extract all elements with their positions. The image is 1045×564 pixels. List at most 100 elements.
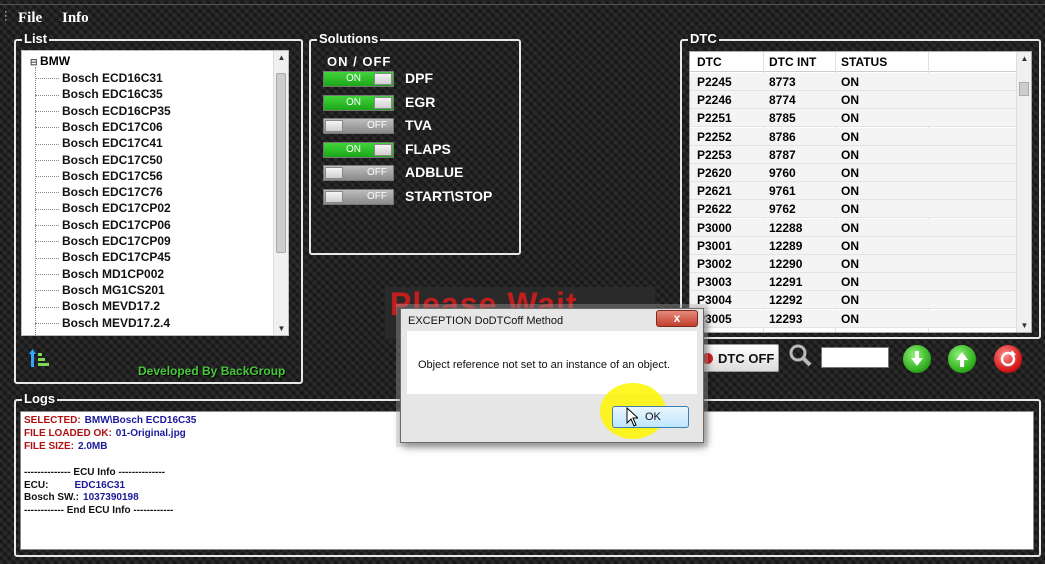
move-up-button[interactable] [948,345,976,373]
toggle-dpf[interactable]: ON [323,71,394,87]
dtc-status-cell: ON [841,75,859,89]
tree-item[interactable]: Bosch EDC17C50 [35,153,163,169]
dtc-table-row[interactable]: P3002 12290 ON [690,255,1018,273]
tree-branch-line [35,225,59,227]
dtc-table[interactable]: DTC DTC INT STATUS P2245 8773 ON P2246 8774 O… [689,51,1032,333]
toggle-state-label: OFF [367,190,387,202]
tree-item[interactable]: Bosch EDC17CP45 [35,250,171,266]
move-down-button[interactable] [903,345,931,373]
dtc-table-row[interactable]: P3004 12292 ON [690,291,1018,310]
status-column-header[interactable]: STATUS [841,55,887,69]
sort-icon[interactable] [29,349,51,369]
dtc-code-cell: P3004 [697,293,732,308]
tree-item[interactable]: Bosch MEVD17.2.4 [35,316,170,332]
dtc-status-cell: ON [841,238,859,253]
log-key: ECU: [24,479,49,491]
dtc-scroll-thumb[interactable] [1019,82,1029,96]
scroll-down-icon[interactable]: ▼ [274,324,288,333]
dialog-ok-button[interactable]: OK [612,406,689,428]
log-value: 01-Original.jpg [115,427,186,439]
tree-item-label: Bosch MG1CS201 [62,282,165,297]
dtc-off-button[interactable]: DTC OFF [697,344,779,372]
list-group-title: List [22,31,50,46]
log-line: -------------- ECU Info -------------- [24,467,169,478]
toggle-start-stop[interactable]: OFF [323,188,394,205]
solutions-group-title: Solutions [317,31,381,46]
tree-collapse-icon[interactable]: ⊟ [30,57,40,67]
tree-item[interactable]: Bosch EDC16C35 [35,87,163,103]
dtc-column-header[interactable]: DTC [697,55,722,69]
dtc-code-cell: P2245 [697,75,732,89]
tree-item[interactable]: Bosch ECD16C31 [35,71,163,87]
menu-info[interactable]: Info [62,10,89,27]
dtc-group-title: DTC [688,31,719,46]
dtc-table-row[interactable]: P2245 8773 ON [690,73,1018,91]
dtc-scrollbar[interactable]: ▲ ▼ [1016,52,1031,332]
toggle-state-label: ON [346,73,361,84]
dtc-int-column-header[interactable]: DTC INT [769,55,816,69]
dtc-status-cell: ON [841,293,859,308]
dtc-search-input[interactable] [821,347,889,368]
log-line: ------------ End ECU Info ------------ [24,505,177,516]
dtc-code-cell: P3003 [697,275,732,290]
list-scrollbar[interactable]: ▲ ▼ [273,51,288,335]
tree-item-label: Bosch EDC17CP06 [62,217,171,232]
dtc-table-row[interactable]: P3005 12293 ON [690,309,1018,328]
list-scroll-thumb[interactable] [276,73,286,253]
tree-item-label: Bosch MEVD17.2 [62,299,161,314]
mouse-cursor-icon [626,407,638,427]
tree-item[interactable]: Bosch EDC17C06 [35,120,163,136]
dtc-table-row[interactable]: P3001 12289 ON [690,236,1018,255]
dtc-table-row[interactable]: P2620 9760 ON [690,164,1018,182]
tree-item[interactable]: Bosch EDC17CP02 [35,201,171,217]
dtc-int-cell: 12288 [769,220,803,235]
toggle-knob [374,96,392,109]
dtc-table-row[interactable]: P2246 8774 ON [690,91,1018,110]
scroll-up-icon[interactable]: ▲ [274,53,288,62]
scroll-down-icon[interactable]: ▼ [1017,321,1031,330]
tree-item[interactable]: Bosch EDC17CP09 [35,234,171,250]
dtc-table-row[interactable]: P2253 8787 ON [690,145,1018,164]
dtc-status-cell: ON [841,184,859,199]
tree-item[interactable]: Bosch EDC17C56 [35,169,163,185]
search-icon[interactable] [788,343,812,367]
toggle-knob [325,120,343,132]
dtc-status-cell: ON [841,147,859,162]
ecu-tree[interactable]: ⊟ BMW Bosch ECD16C31 Bosch EDC16C35 Bosch … [21,50,289,336]
developed-by-label: Developed By BackGroup [138,364,286,378]
dtc-table-row[interactable]: P2622 9762 ON [690,200,1018,219]
solution-label: FLAPS [405,140,451,157]
tree-item[interactable]: Bosch EDC17C76 [35,185,163,201]
tree-item[interactable]: Bosch EDC17CP06 [35,218,171,234]
dtc-table-row[interactable]: P3000 12288 ON [690,218,1018,237]
tree-item[interactable]: Bosch MG1CS201 [35,283,165,299]
toggle-tva[interactable]: OFF [323,118,394,134]
tree-item[interactable]: Bosch MD1CP002 [35,267,164,283]
tree-item-label: Bosch ECD16CP35 [62,103,171,118]
dialog-ok-label: OK [645,411,661,423]
refresh-button[interactable] [994,345,1022,373]
arrow-up-icon [956,352,968,367]
dtc-table-row[interactable]: P2251 8785 ON [690,109,1018,128]
dtc-table-row[interactable]: P3003 12291 ON [690,273,1018,292]
toggle-egr[interactable]: ON [323,94,394,111]
dtc-int-cell: 8774 [769,93,796,108]
tree-branch-line [35,176,59,178]
solution-label: TVA [405,117,432,133]
dialog-close-button[interactable]: x [656,310,698,327]
dtc-table-row[interactable]: P2621 9761 ON [690,182,1018,201]
tree-item[interactable]: Bosch MEVD17.2 [35,299,160,315]
tree-item[interactable]: Bosch ECD16CP35 [35,104,171,120]
dtc-off-label: DTC OFF [718,351,775,366]
scroll-up-icon[interactable]: ▲ [1017,54,1031,63]
log-value: EDC16C31 [74,479,126,491]
toggle-flaps[interactable]: ON [323,141,394,158]
tree-root-item[interactable]: ⊟ BMW [30,54,70,68]
menu-file[interactable]: File [18,10,42,27]
toggle-state-label: ON [346,96,361,108]
log-line: ECU: EDC16C31 [24,480,125,491]
tree-item[interactable]: Bosch EDC17C41 [35,136,163,152]
solution-label: ADBLUE [405,164,464,180]
dtc-table-row[interactable]: P2252 8786 ON [690,127,1018,146]
toggle-adblue[interactable]: OFF [323,165,394,181]
